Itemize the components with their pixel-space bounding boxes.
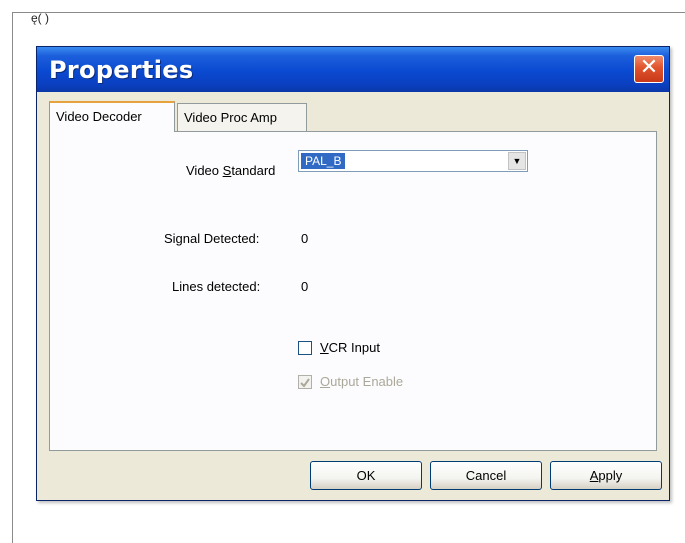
vcr-input-label[interactable]: VCR Input — [320, 340, 380, 355]
video-standard-value: PAL_B — [301, 153, 346, 169]
output-enable-label: Output Enable — [320, 374, 404, 389]
close-button[interactable]: ✕ — [634, 55, 664, 83]
dialog-title: Properties — [49, 56, 194, 84]
close-icon: ✕ — [639, 55, 659, 80]
signal-detected-value: 0 — [301, 231, 309, 246]
video-standard-select[interactable]: PAL_B ▼ — [298, 150, 528, 172]
apply-button[interactable]: Apply — [550, 461, 662, 490]
title-bar[interactable]: Properties ✕ — [37, 47, 669, 92]
signal-detected-label: Signal Detected: — [164, 231, 260, 246]
vcr-input-checkbox[interactable] — [298, 341, 312, 355]
output-enable-checkbox — [298, 375, 312, 389]
corner-text: ę( ) — [31, 11, 49, 25]
video-standard-label: Video Standard — [186, 163, 276, 178]
tab-video-proc-amp[interactable]: Video Proc Amp — [177, 103, 307, 132]
properties-dialog: Properties ✕ Video Decoder Video Proc Am… — [36, 46, 670, 501]
checkmark-icon — [300, 378, 310, 388]
tab-video-decoder[interactable]: Video Decoder — [49, 101, 175, 132]
lines-detected-label: Lines detected: — [172, 279, 261, 294]
cancel-button[interactable]: Cancel — [430, 461, 542, 490]
tab-panel-video-decoder — [49, 131, 657, 451]
ok-button[interactable]: OK — [310, 461, 422, 490]
lines-detected-value: 0 — [301, 279, 309, 294]
chevron-down-icon[interactable]: ▼ — [508, 152, 526, 170]
